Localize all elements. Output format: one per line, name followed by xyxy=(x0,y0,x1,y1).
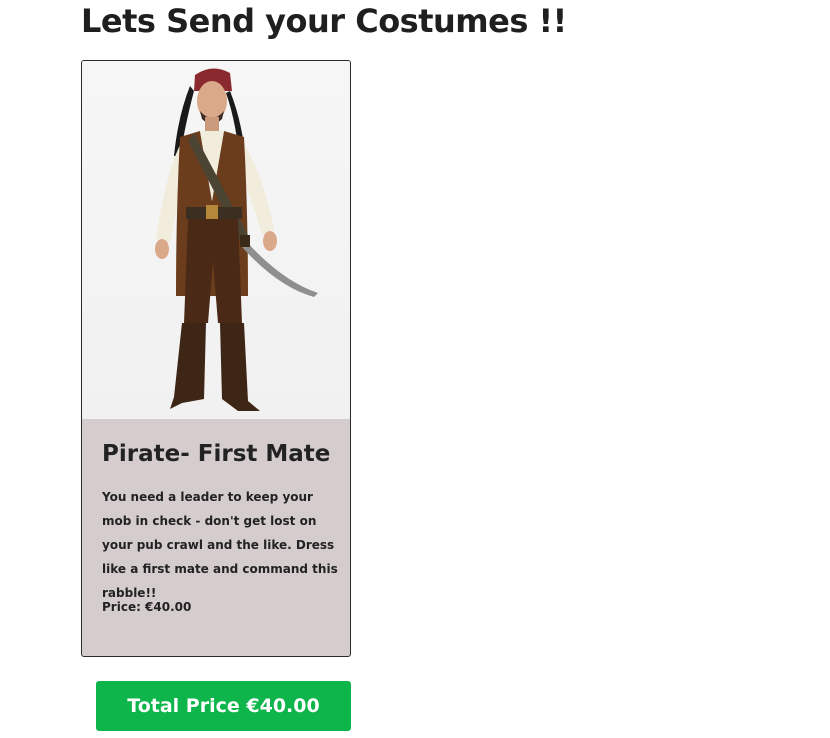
costume-price: Price: €40.00 xyxy=(102,600,192,614)
costume-card: Pirate- First Mate You need a leader to … xyxy=(81,60,351,657)
pirate-costume-illustration xyxy=(155,68,318,411)
costume-description: You need a leader to keep your mob in ch… xyxy=(102,490,338,600)
costume-image xyxy=(82,61,350,419)
costume-title: Pirate- First Mate xyxy=(102,441,331,467)
total-price-button[interactable]: Total Price €40.00 xyxy=(96,681,351,731)
page-title: Lets Send your Costumes !! xyxy=(81,2,567,40)
